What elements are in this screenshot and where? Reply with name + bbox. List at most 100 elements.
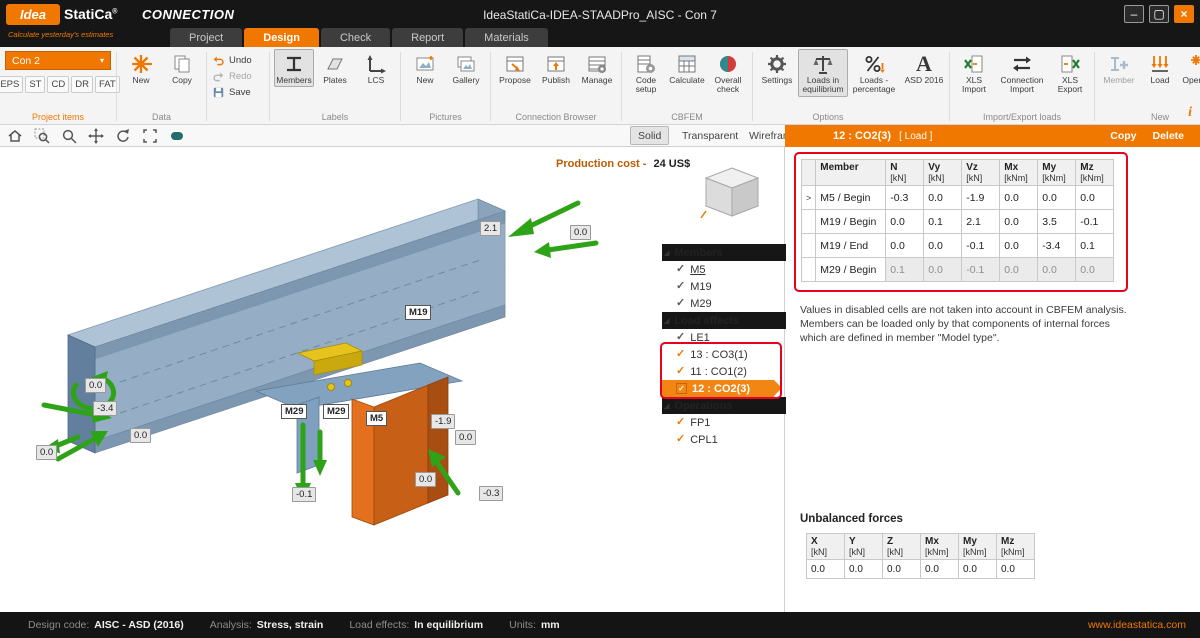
checkbox-checked-icon[interactable]: ✓ (676, 383, 687, 394)
navigation-cube[interactable] (700, 165, 764, 221)
redo-button[interactable]: Redo (212, 70, 264, 83)
collapse-icon[interactable]: ◢ (664, 249, 669, 257)
value-cell[interactable]: 0.0 (924, 234, 962, 258)
checkbox-checked-icon[interactable]: ✓ (676, 332, 685, 343)
tree-item-le1[interactable]: ✓ LE1 (662, 329, 783, 346)
value-cell[interactable]: -0.1 (962, 258, 1000, 282)
view-mode-transparent[interactable]: Transparent (674, 126, 746, 145)
new-load-button[interactable]: Load (1140, 49, 1180, 87)
collapse-icon[interactable]: ◢ (664, 402, 669, 410)
connection-selector[interactable]: Con 2 ▾ (5, 51, 111, 70)
copy-item-button[interactable]: Copy (162, 49, 202, 87)
manage-button[interactable]: Manage (577, 49, 617, 87)
gallery-button[interactable]: Gallery (446, 49, 486, 87)
tree-item-m19[interactable]: ✓ M19 (662, 278, 783, 295)
value-cell[interactable]: -3.4 (1038, 234, 1076, 258)
tree-item-co3[interactable]: ✓ 13 : CO3(1) (662, 346, 783, 363)
tree-item-m5[interactable]: ✓ M5 (662, 261, 783, 278)
value-cell[interactable]: 3.5 (1038, 210, 1076, 234)
row-selector[interactable] (802, 210, 816, 234)
tab-project[interactable]: Project (170, 28, 242, 47)
info-icon[interactable]: i (1188, 105, 1192, 121)
dr-button[interactable]: DR (71, 76, 93, 93)
value-cell[interactable]: 0.0 (1076, 258, 1114, 282)
checkbox-checked-icon[interactable]: ✓ (676, 298, 685, 309)
calculate-button[interactable]: Calculate (667, 49, 707, 87)
connection-import-button[interactable]: Connection Import (995, 49, 1049, 97)
checkbox-checked-icon[interactable]: ✓ (676, 281, 685, 292)
save-button[interactable]: Save (212, 86, 264, 99)
checkbox-checked-icon[interactable]: ✓ (676, 434, 685, 445)
asd-code-button[interactable]: A ASD 2016 (902, 49, 946, 87)
tree-item-fp1[interactable]: ✓ FP1 (662, 414, 783, 431)
value-cell[interactable]: -1.9 (962, 186, 1000, 210)
st-button[interactable]: ST (25, 76, 45, 93)
checkbox-checked-icon[interactable]: ✓ (676, 349, 685, 360)
code-setup-button[interactable]: Code setup (626, 49, 666, 97)
value-cell[interactable]: 0.0 (924, 186, 962, 210)
xls-export-button[interactable]: XLS Export (1050, 49, 1090, 97)
tree-item-m29[interactable]: ✓ M29 (662, 295, 783, 312)
checkbox-checked-icon[interactable]: ✓ (676, 264, 685, 275)
value-cell[interactable]: -0.1 (1076, 210, 1114, 234)
value-cell[interactable]: 0.0 (886, 234, 924, 258)
value-cell[interactable]: 0.0 (1000, 210, 1038, 234)
rotate-icon[interactable] (114, 127, 132, 145)
new-member-button[interactable]: Member (1099, 49, 1139, 87)
checkbox-checked-icon[interactable]: ✓ (676, 417, 685, 428)
view-mode-solid[interactable]: Solid (630, 126, 669, 145)
zoom-icon[interactable] (60, 127, 78, 145)
pan-icon[interactable] (87, 127, 105, 145)
website-link[interactable]: www.ideastatica.com (1088, 619, 1186, 631)
value-cell[interactable]: 0.0 (1076, 186, 1114, 210)
members-labels-button[interactable]: Members (274, 49, 314, 87)
value-cell[interactable]: 0.0 (924, 258, 962, 282)
loads-in-equilibrium-button[interactable]: Loads in equilibrium (798, 49, 848, 97)
close-button[interactable]: × (1174, 5, 1194, 23)
zoom-window-icon[interactable] (33, 127, 51, 145)
new-operation-button[interactable]: Operation (1181, 49, 1200, 87)
eps-button[interactable]: EPS (0, 76, 23, 93)
checkbox-checked-icon[interactable]: ✓ (676, 366, 685, 377)
value-cell[interactable]: -0.3 (886, 186, 924, 210)
undo-button[interactable]: Undo (212, 54, 264, 67)
maximize-button[interactable]: ▢ (1149, 5, 1169, 23)
row-selector[interactable] (802, 258, 816, 282)
3d-viewport[interactable]: 2.1 0.0 0.0 -3.4 0.0 0.0 -0.1 -1.9 0.0 0… (0, 147, 785, 612)
settings-button[interactable]: Settings (757, 49, 797, 87)
new-item-button[interactable]: New (121, 49, 161, 87)
tree-item-co2-selected[interactable]: ✓ 12 : CO2(3) (662, 380, 774, 397)
value-cell[interactable]: 0.0 (1000, 258, 1038, 282)
propose-button[interactable]: Propose (495, 49, 535, 87)
collapse-icon[interactable]: ◢ (664, 317, 669, 325)
lcs-labels-button[interactable]: LCS (356, 49, 396, 87)
zoom-fit-icon[interactable] (141, 127, 159, 145)
tree-item-co1[interactable]: ✓ 11 : CO1(2) (662, 363, 783, 380)
tab-check[interactable]: Check (321, 28, 390, 47)
tree-item-cpl1[interactable]: ✓ CPL1 (662, 431, 783, 448)
row-selector[interactable]: > (802, 186, 816, 210)
value-cell[interactable]: -0.1 (962, 234, 1000, 258)
loads-percentage-button[interactable]: Loads - percentage (849, 49, 899, 97)
value-cell[interactable]: 0.0 (1000, 234, 1038, 258)
tab-materials[interactable]: Materials (465, 28, 548, 47)
clipping-plane-icon[interactable] (168, 127, 186, 145)
value-cell[interactable]: 0.0 (886, 210, 924, 234)
xls-import-button[interactable]: XLS Import (954, 49, 994, 97)
delete-load-button[interactable]: Delete (1152, 130, 1184, 142)
tab-design[interactable]: Design (244, 28, 319, 47)
value-cell[interactable]: 0.0 (1038, 258, 1076, 282)
value-cell[interactable]: 0.1 (886, 258, 924, 282)
value-cell[interactable]: 0.0 (1038, 186, 1076, 210)
value-cell[interactable]: 2.1 (962, 210, 1000, 234)
copy-load-button[interactable]: Copy (1110, 130, 1136, 142)
new-picture-button[interactable]: New (405, 49, 445, 87)
row-selector[interactable] (802, 234, 816, 258)
plates-labels-button[interactable]: Plates (315, 49, 355, 87)
value-cell[interactable]: 0.1 (1076, 234, 1114, 258)
value-cell[interactable]: 0.0 (1000, 186, 1038, 210)
value-cell[interactable]: 0.1 (924, 210, 962, 234)
tab-report[interactable]: Report (392, 28, 463, 47)
cd-button[interactable]: CD (47, 76, 69, 93)
publish-button[interactable]: Publish (536, 49, 576, 87)
